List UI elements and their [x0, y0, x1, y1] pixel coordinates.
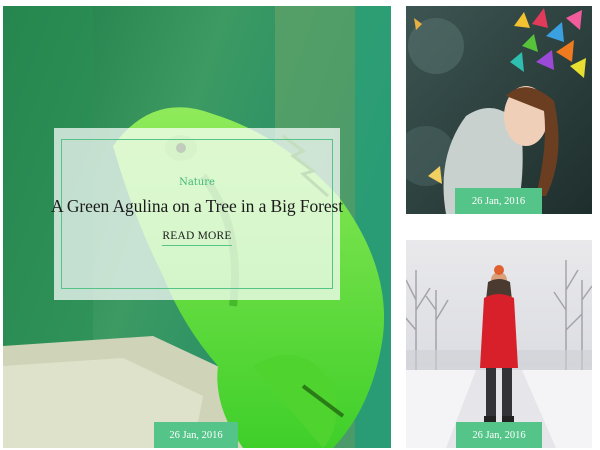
- post-date-badge: 26 Jan, 2016: [455, 188, 542, 214]
- post-title[interactable]: A Green Agulina on a Tree in a Big Fores…: [51, 196, 343, 217]
- post-date-badge: 26 Jan, 2016: [154, 422, 238, 448]
- butterfly-woman-photo: [406, 6, 592, 214]
- side-post-card-2[interactable]: 26 Jan, 2016: [406, 240, 592, 448]
- snowy-street-photo: [406, 240, 592, 448]
- featured-post-card[interactable]: Nature A Green Agulina on a Tree in a Bi…: [3, 6, 391, 448]
- post-category[interactable]: Nature: [179, 177, 215, 188]
- read-more-link[interactable]: READ MORE: [162, 230, 232, 246]
- caption-frame: Nature A Green Agulina on a Tree in a Bi…: [51, 139, 343, 289]
- post-date-badge: 26 Jan, 2016: [456, 422, 542, 448]
- post-caption-overlay: Nature A Green Agulina on a Tree in a Bi…: [51, 128, 343, 300]
- side-post-card-1[interactable]: 26 Jan, 2016: [406, 6, 592, 214]
